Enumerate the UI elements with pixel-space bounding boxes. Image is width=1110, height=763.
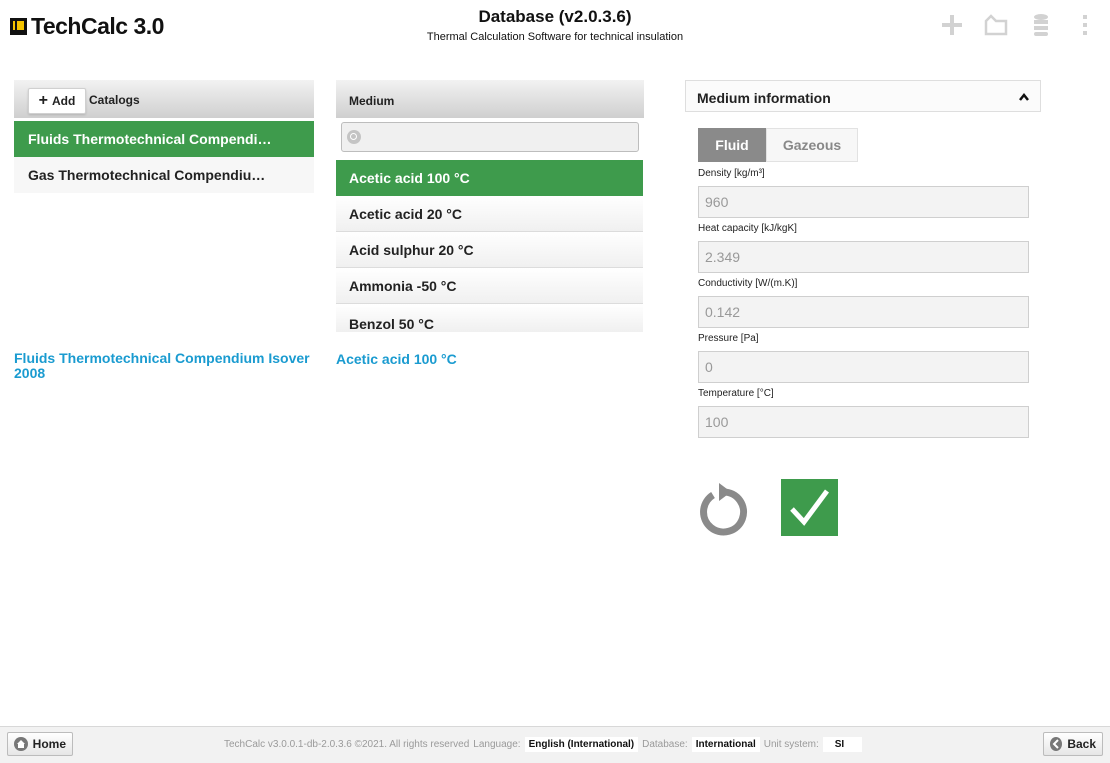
add-catalog-button[interactable]: + Add: [28, 88, 86, 114]
language-label: Language:: [473, 739, 521, 750]
selected-medium-name: Acetic acid 100 °C: [336, 351, 457, 367]
back-button[interactable]: Back: [1043, 732, 1103, 756]
confirm-button[interactable]: [781, 479, 838, 536]
add-button-label: Add: [52, 94, 76, 108]
medium-item-label: Acetic acid 100 °C: [349, 169, 470, 186]
medium-item-label: Acetic acid 20 °C: [349, 205, 462, 222]
database-value: International: [691, 737, 760, 752]
medium-list-item[interactable]: Acid sulphur 20 °C: [336, 232, 643, 268]
medium-info-title: Medium information: [697, 90, 831, 106]
checkmark-icon: [790, 489, 830, 526]
database-icon[interactable]: [1028, 12, 1054, 38]
medium-item-label: Ammonia -50 °C: [349, 277, 457, 294]
reset-icon[interactable]: [697, 481, 751, 537]
copyright-text: TechCalc v3.0.0.1-db-2.0.3.6 ©2021. All …: [224, 739, 470, 750]
home-label: Home: [32, 737, 66, 751]
more-vertical-icon[interactable]: [1072, 12, 1098, 38]
unit-system-value: SI: [822, 737, 863, 752]
chevron-up-icon[interactable]: [1018, 92, 1030, 102]
tab-gazeous[interactable]: Gazeous: [766, 128, 858, 162]
conductivity-field[interactable]: [698, 296, 1029, 328]
footer-status: TechCalc v3.0.0.1-db-2.0.3.6 ©2021. All …: [224, 737, 863, 752]
medium-item-label: Acid sulphur 20 °C: [349, 241, 474, 258]
selected-catalog-name: Fluids Thermotechnical Compendium Isover…: [14, 350, 310, 381]
home-button[interactable]: Home: [7, 732, 73, 756]
medium-title: Medium: [349, 94, 395, 108]
folder-icon[interactable]: [983, 12, 1009, 38]
catalog-item-label: Gas Thermotechnical Compendiu…: [28, 167, 266, 183]
catalogs-title: Catalogs: [89, 93, 140, 107]
search-input[interactable]: [366, 126, 630, 150]
heat-capacity-label: Heat capacity [kJ/kgK]: [698, 223, 797, 234]
language-value: English (International): [524, 737, 639, 752]
medium-item-label: Benzol 50 °C: [349, 316, 434, 332]
unit-system-label: Unit system:: [763, 739, 819, 750]
back-arrow-icon: [1050, 737, 1063, 751]
plus-icon: +: [38, 92, 48, 109]
database-label: Database:: [642, 739, 688, 750]
density-label: Density [kg/m³]: [698, 168, 765, 179]
temperature-field[interactable]: [698, 406, 1029, 438]
plus-icon[interactable]: [939, 12, 965, 38]
catalog-item-label: Fluids Thermotechnical Compendi…: [28, 131, 272, 147]
catalog-item[interactable]: Fluids Thermotechnical Compendi…: [14, 121, 314, 157]
conductivity-label: Conductivity [W/(m.K)]: [698, 278, 798, 289]
back-label: Back: [1067, 737, 1096, 751]
medium-list-item[interactable]: Benzol 50 °C: [336, 304, 643, 332]
search-icon: [347, 130, 361, 144]
catalog-item[interactable]: Gas Thermotechnical Compendiu…: [14, 157, 314, 193]
temperature-label: Temperature [°C]: [698, 388, 774, 399]
heat-capacity-field[interactable]: [698, 241, 1029, 273]
medium-list-item[interactable]: Ammonia -50 °C: [336, 268, 643, 304]
tab-fluid[interactable]: Fluid: [698, 128, 766, 162]
pressure-label: Pressure [Pa]: [698, 333, 759, 344]
medium-list-item[interactable]: Acetic acid 100 °C: [336, 160, 643, 196]
pressure-field[interactable]: [698, 351, 1029, 383]
home-icon: [14, 737, 28, 751]
density-field[interactable]: [698, 186, 1029, 218]
medium-list-item[interactable]: Acetic acid 20 °C: [336, 196, 643, 232]
